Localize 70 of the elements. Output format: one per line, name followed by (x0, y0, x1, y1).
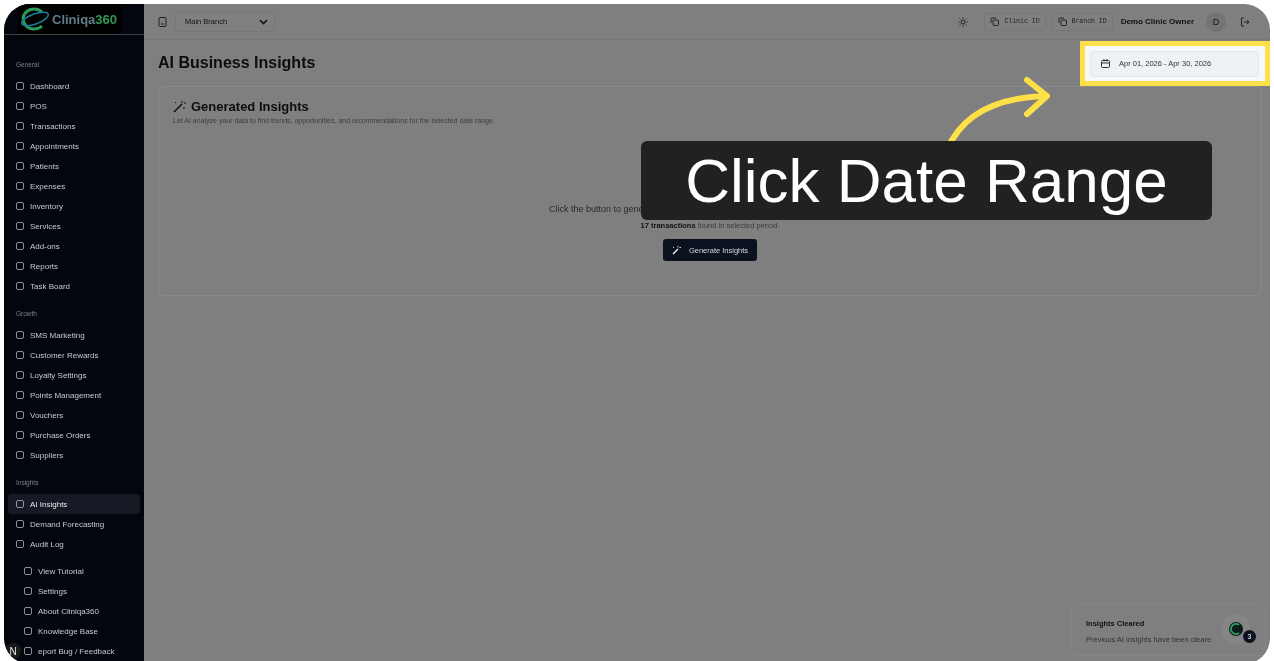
square-icon (16, 142, 24, 150)
square-icon (16, 431, 24, 439)
square-icon (16, 540, 24, 548)
sidebar-item[interactable]: eport Bug / Feedback (22, 641, 140, 661)
square-icon (16, 262, 24, 270)
square-icon (16, 520, 24, 528)
sidebar-item[interactable]: Services (8, 216, 140, 236)
logo-icon (1228, 621, 1244, 637)
sidebar-item[interactable]: SMS Marketing (8, 325, 140, 345)
page-title: AI Business Insights (158, 54, 316, 72)
sidebar-item[interactable]: Points Management (8, 385, 140, 405)
sidebar-item[interactable]: Reports (8, 256, 140, 276)
user-name: Demo Clinic Owner (1120, 17, 1194, 26)
square-icon (16, 351, 24, 359)
sidebar-item[interactable]: Inventory (8, 196, 140, 216)
copy-icon (990, 17, 1000, 26)
sidebar-item[interactable]: Customer Rewards (8, 345, 140, 365)
sun-icon[interactable] (958, 16, 969, 27)
sidebar-item[interactable]: About Cliniqa360 (22, 601, 140, 621)
sidebar-item[interactable]: Task Board (8, 276, 140, 296)
sidebar-item[interactable]: Appointments (8, 136, 140, 156)
magic-wand-icon (671, 245, 681, 255)
square-icon (16, 371, 24, 379)
square-icon (16, 182, 24, 190)
card-title: Generated Insights (191, 99, 309, 114)
sidebar-item[interactable]: Demand Forecasting (8, 514, 140, 534)
sidebar-item[interactable]: Dashboard (8, 76, 140, 96)
sidebar-item[interactable]: Loyalty Settings (8, 365, 140, 385)
square-icon (24, 607, 32, 615)
sidebar-item[interactable]: Audit Log (8, 534, 140, 554)
sidebar-item[interactable]: Suppliers (8, 445, 140, 465)
square-icon (16, 82, 24, 90)
building-icon (158, 16, 167, 27)
square-icon (16, 162, 24, 170)
sidebar-item[interactable]: Expenses (8, 176, 140, 196)
sidebar-item[interactable]: Patients (8, 156, 140, 176)
avatar[interactable]: D (1206, 11, 1226, 32)
square-icon (16, 242, 24, 250)
magic-wand-icon (173, 100, 186, 113)
square-icon (16, 411, 24, 419)
sidebar-item[interactable]: AI Insights (8, 494, 140, 514)
square-icon (16, 202, 24, 210)
sidebar-item[interactable]: POS (8, 96, 140, 116)
logo-icon (20, 6, 50, 32)
square-icon (16, 500, 24, 508)
chevron-down-icon (259, 18, 268, 25)
sidebar-item[interactable]: Transactions (8, 116, 140, 136)
sidebar-item[interactable]: Purchase Orders (8, 425, 140, 445)
square-icon (24, 567, 32, 575)
square-icon (24, 647, 32, 655)
sidebar-item[interactable]: View Tutorial (22, 561, 140, 581)
square-icon (24, 627, 32, 635)
dev-badge[interactable]: N (5, 643, 21, 659)
sidebar-item[interactable]: Settings (22, 581, 140, 601)
square-icon (16, 451, 24, 459)
square-icon (16, 222, 24, 230)
sidebar-item[interactable]: Vouchers (8, 405, 140, 425)
logo-text: Cliniqa360 (52, 11, 118, 27)
square-icon (24, 587, 32, 595)
copy-icon (1057, 17, 1067, 26)
square-icon (16, 122, 24, 130)
square-icon (16, 102, 24, 110)
sidebar-item[interactable]: Knowledge Base (22, 621, 140, 641)
square-icon (16, 391, 24, 399)
calendar-icon (1101, 59, 1110, 68)
tutorial-callout: Click Date Range (641, 141, 1212, 220)
sidebar-item[interactable]: Add-ons (8, 236, 140, 256)
square-icon (16, 282, 24, 290)
square-icon (16, 331, 24, 339)
logout-icon[interactable] (1240, 16, 1250, 27)
